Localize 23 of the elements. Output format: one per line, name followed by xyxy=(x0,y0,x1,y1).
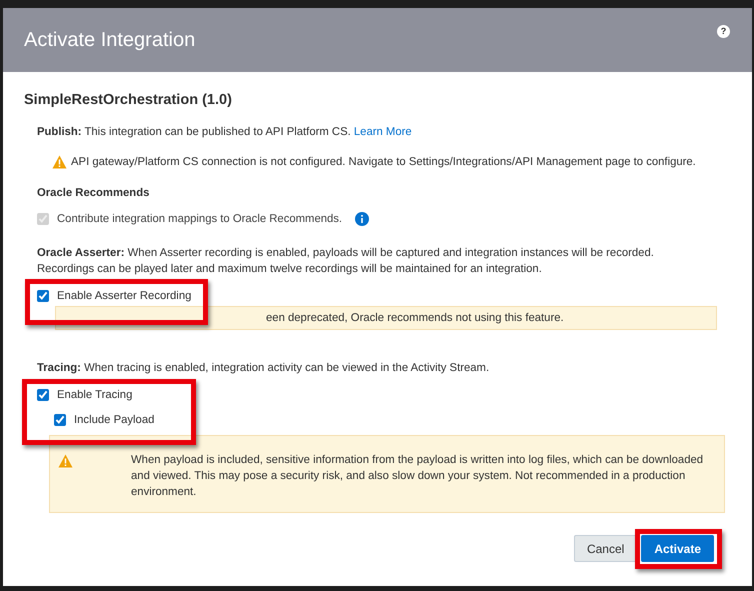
checkbox-label: Include Payload xyxy=(74,414,154,426)
payload-checkbox[interactable] xyxy=(54,414,66,426)
tracing-checkbox[interactable] xyxy=(37,389,49,401)
warning-message: een deprecated, Oracle recommends not using this feature. xyxy=(266,312,564,324)
publish-description: Publish: This integration can be published to API Platform CS. Learn More xyxy=(37,125,413,140)
help-button[interactable]: ? xyxy=(717,24,730,38)
warning-message: When payload is included, sensitive information from the payload is written into log files, which can be downloaded and viewed. This may pose a security risk, and also slow down your system. Not recommended in a production environment. xyxy=(131,453,704,500)
asserter-description: Oracle Asserter: When Asserter recording is enabled, payloads will be captured and integration instances will be recorded. Recordings can be played later and maximum twelve recordings will be maintained for an integration. xyxy=(37,246,655,277)
learn-more-link[interactable]: Learn More xyxy=(354,126,412,138)
checkbox-label: Contribute integration mappings to Oracle Recommends. xyxy=(57,213,342,225)
warning-icon xyxy=(58,454,73,468)
cancel-button[interactable]: Cancel xyxy=(574,535,638,562)
tracing-description: Tracing: When tracing is enabled, integration activity can be viewed in the Activity Stream. xyxy=(37,361,490,376)
info-icon[interactable] xyxy=(355,212,370,226)
checkbox-label: Enable Tracing xyxy=(57,389,132,401)
dialog-title: Activate Integration xyxy=(24,28,196,52)
activate-button[interactable]: Activate xyxy=(641,535,714,562)
warning-message: API gateway/Platform CS connection is not configured. Navigate to Settings/Integrations/API Management page to configure. xyxy=(71,156,696,168)
integration-name: SimpleRestOrchestration (1.0) xyxy=(24,92,233,108)
checkbox-label: Enable Asserter Recording xyxy=(57,290,192,302)
warning-icon xyxy=(52,155,67,169)
asserter-checkbox[interactable] xyxy=(37,290,49,302)
section-heading: Oracle Recommends xyxy=(37,187,150,199)
